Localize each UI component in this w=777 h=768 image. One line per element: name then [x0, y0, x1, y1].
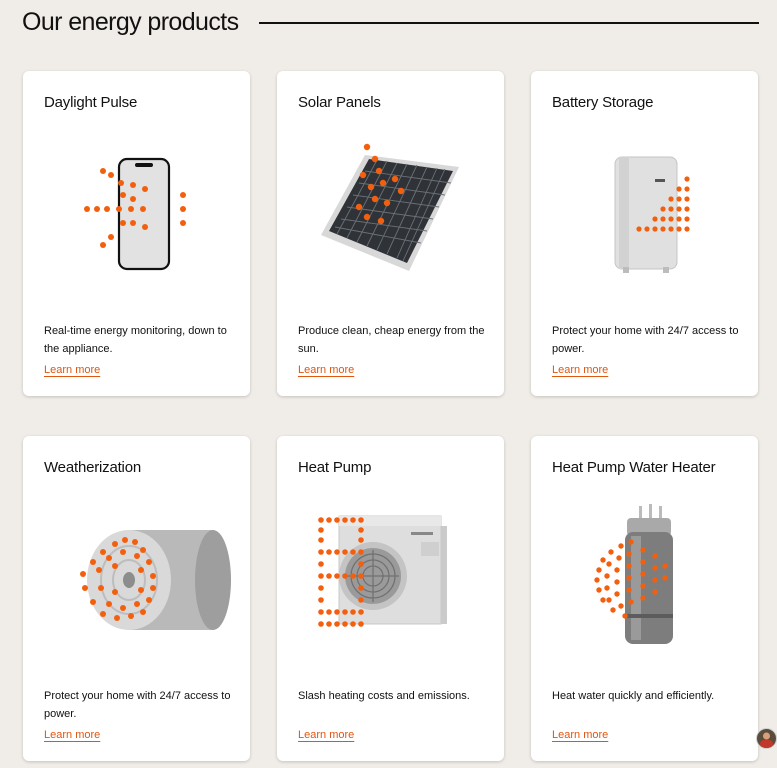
chat-avatar[interactable]	[756, 728, 777, 749]
product-card-daylight-pulse[interactable]: Daylight Pulse Real-time energy monitori…	[23, 71, 250, 396]
product-description: Real-time energy monitoring, down to the…	[44, 325, 227, 355]
product-card-solar-panels[interactable]: Solar Panels Produce clean, cheap energy…	[277, 71, 504, 396]
heat-pump-icon	[318, 515, 447, 627]
learn-more-link[interactable]: Learn more	[552, 729, 608, 741]
solar-panel-icon	[321, 143, 459, 271]
product-title: Battery Storage	[552, 94, 654, 111]
product-card-heat-pump[interactable]: Heat Pump Slash heating costs and emissi…	[277, 436, 504, 761]
product-title: Weatherization	[44, 459, 141, 476]
product-description: Heat water quickly and efficiently.	[552, 690, 715, 702]
product-title: Daylight Pulse	[44, 94, 138, 111]
avatar-icon	[760, 732, 773, 748]
product-grid: Daylight Pulse Real-time energy monitori…	[23, 71, 758, 761]
product-description: Protect your home with 24/7 access to po…	[44, 690, 231, 720]
insulation-roll-icon	[80, 530, 231, 630]
learn-more-link[interactable]: Learn more	[44, 364, 100, 376]
product-card-heat-pump-water-heater[interactable]: Heat Pump Water Heater Heat water quickl…	[531, 436, 758, 761]
learn-more-link[interactable]: Learn more	[44, 729, 100, 741]
page-title: Our energy products	[22, 7, 239, 36]
product-title: Solar Panels	[298, 94, 381, 111]
product-description: Slash heating costs and emissions.	[298, 690, 470, 702]
section-header: Our energy products	[22, 4, 759, 40]
product-card-battery-storage[interactable]: Battery Storage Protect your home with 2…	[531, 71, 758, 396]
water-heater-icon	[594, 504, 673, 644]
product-title: Heat Pump Water Heater	[552, 459, 716, 476]
product-description: Protect your home with 24/7 access to po…	[552, 325, 739, 355]
product-card-weatherization[interactable]: Weatherization Protect your home with 24…	[23, 436, 250, 761]
product-description: Produce clean, cheap energy from the sun…	[298, 325, 485, 355]
phone-icon	[84, 157, 186, 271]
learn-more-link[interactable]: Learn more	[298, 364, 354, 376]
learn-more-link[interactable]: Learn more	[552, 364, 608, 376]
learn-more-link[interactable]: Learn more	[298, 729, 354, 741]
battery-icon	[614, 156, 690, 273]
product-title: Heat Pump	[298, 459, 372, 476]
title-divider	[258, 22, 759, 24]
